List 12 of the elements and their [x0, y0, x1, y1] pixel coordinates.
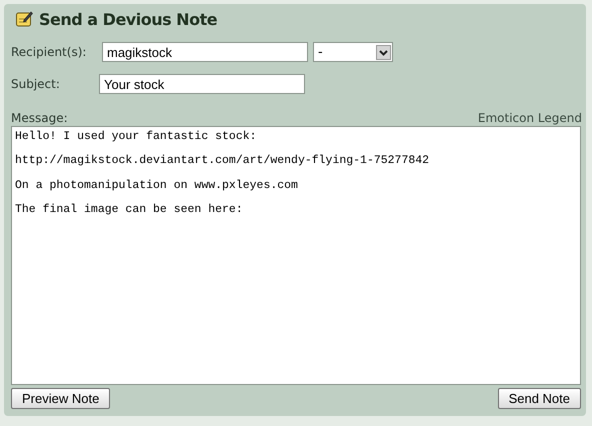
subject-field[interactable]: Your stock [99, 74, 305, 94]
emoticon-legend-link[interactable]: Emoticon Legend [478, 111, 582, 125]
recipient-field[interactable]: magikstock [102, 42, 308, 62]
message-field[interactable]: Hello! I used your fantastic stock: http://magikstock.deviantart.com/art/wendy-flying-1-75277842 On a photomanipulation on www.pxleyes.com The final image can be seen here: [11, 126, 581, 385]
recipient-dropdown[interactable]: - [313, 42, 393, 62]
panel-title: Send a Devious Note [39, 10, 218, 28]
preview-button[interactable]: Preview Note [11, 388, 110, 409]
message-label: Message: [11, 111, 69, 125]
send-button[interactable]: Send Note [498, 388, 581, 409]
subject-label: Subject: [11, 77, 61, 91]
recipient-label: Recipient(s): [11, 45, 88, 59]
note-pencil-icon [15, 10, 33, 28]
